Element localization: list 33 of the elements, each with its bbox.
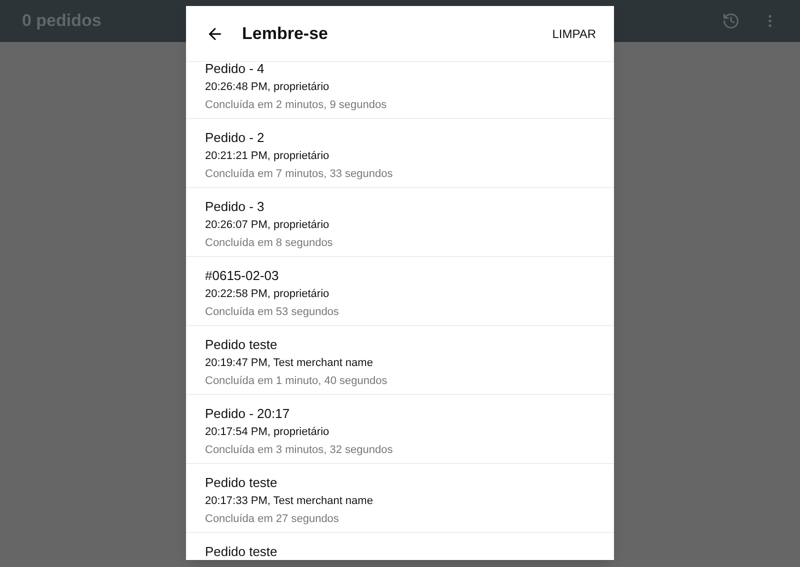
order-title: #0615-02-03: [205, 267, 280, 285]
order-title: Pedido - 3: [205, 198, 266, 216]
order-duration: Concluída em 1 minuto, 40 segundos: [205, 374, 388, 389]
order-duration: Concluída em 3 minutos, 32 segundos: [205, 443, 394, 458]
history-item[interactable]: Pedido teste 20:19:47 PM, Test merchant name Concluída em 1 minuto, 40 segundos: [186, 326, 614, 395]
order-time: 20:26:48 PM, proprietário: [205, 80, 330, 95]
order-duration: Concluída em 27 segundos: [205, 512, 340, 527]
order-time: 20:26:07 PM, proprietário: [205, 218, 330, 233]
order-title: Pedido teste: [205, 336, 278, 354]
history-item[interactable]: #0615-02-03 20:22:58 PM, proprietário Concluída em 53 segundos: [186, 257, 614, 326]
order-duration: Concluída em 8 segundos: [205, 236, 334, 251]
history-item[interactable]: Pedido - 2 20:21:21 PM, proprietário Concluída em 7 minutos, 33 segundos: [186, 119, 614, 188]
dialog-title: Lembre-se: [242, 22, 329, 45]
order-title: Pedido teste: [205, 474, 278, 492]
order-time: 20:17:33 PM, Test merchant name: [205, 494, 374, 509]
history-item[interactable]: Pedido teste: [186, 533, 614, 560]
order-title: Pedido teste: [205, 543, 278, 560]
order-duration: Concluída em 53 segundos: [205, 305, 340, 320]
history-icon[interactable]: [722, 12, 740, 30]
order-duration: Concluída em 2 minutos, 9 segundos: [205, 98, 388, 113]
order-duration: Concluída em 7 minutos, 33 segundos: [205, 167, 394, 182]
order-time: 20:19:47 PM, Test merchant name: [205, 356, 374, 371]
order-title: Pedido - 20:17: [205, 405, 291, 423]
history-item[interactable]: Pedido - 20:17 20:17:54 PM, proprietário Concluída em 3 minutos, 32 segundos: [186, 395, 614, 464]
order-time: 20:22:58 PM, proprietário: [205, 287, 330, 302]
order-title: Pedido - 4: [205, 62, 266, 78]
history-item[interactable]: Pedido teste 20:17:33 PM, Test merchant name Concluída em 27 segundos: [186, 464, 614, 533]
history-item[interactable]: Pedido - 3 20:26:07 PM, proprietário Concluída em 8 segundos: [186, 188, 614, 257]
order-time: 20:21:21 PM, proprietário: [205, 149, 330, 164]
clear-button[interactable]: LIMPAR: [552, 24, 596, 42]
history-item[interactable]: Pedido - 4 20:26:48 PM, proprietário Concluída em 2 minutos, 9 segundos: [186, 62, 614, 119]
order-time: 20:17:54 PM, proprietário: [205, 425, 330, 440]
order-title: Pedido - 2: [205, 129, 266, 147]
